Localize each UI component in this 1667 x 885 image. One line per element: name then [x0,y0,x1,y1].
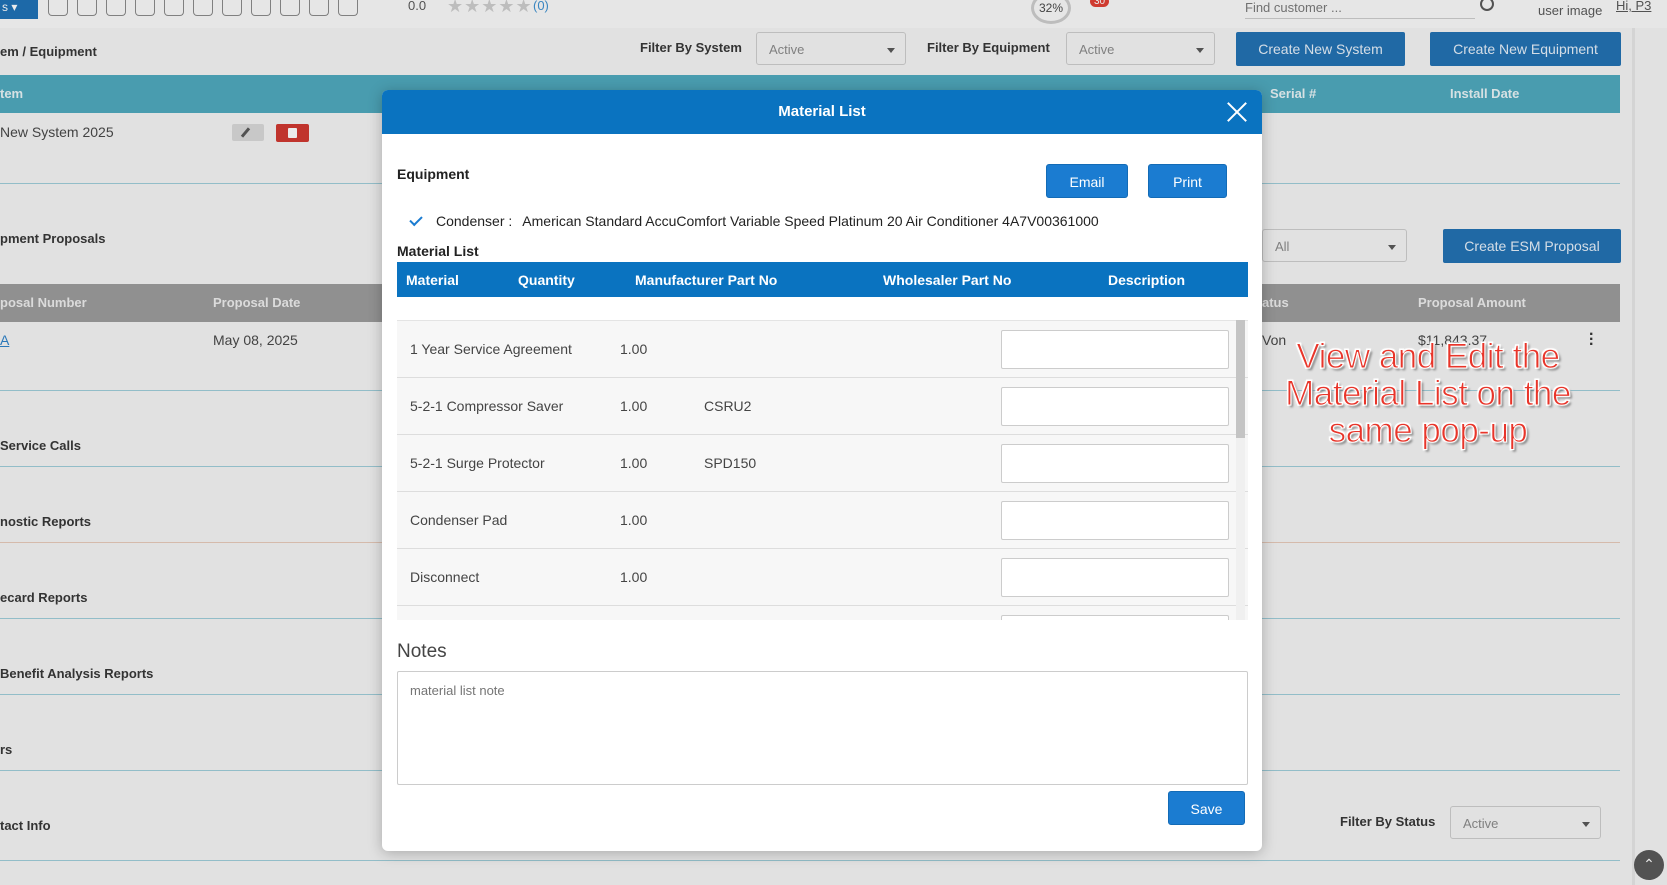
material-name: Disconnect [410,569,480,585]
check-icon [409,212,423,226]
table-row: Condenser Pad 1.00 [397,492,1248,549]
material-quantity: 1.00 [620,341,648,357]
material-table-header: Material Quantity Manufacturer Part No W… [397,262,1248,297]
table-row: 1 Year Service Agreement 1.00 [397,321,1248,378]
equipment-type: Condenser : [436,213,513,229]
material-list-label: Material List [397,243,479,259]
modal-title: Material List [778,103,866,120]
table-row: 5-2-1 Surge Protector 1.00 SPD150 [397,435,1248,492]
col-manufacturer-part: Manufacturer Part No [635,272,778,288]
modal-header: Material List [382,90,1262,134]
col-wholesaler-part: Wholesaler Part No [883,272,1012,288]
description-input[interactable] [1001,558,1229,597]
material-name: 1 Year Service Agreement [410,341,572,357]
notes-textarea[interactable] [397,671,1248,785]
material-table-body[interactable]: 1 Year Service Agreement 1.00 5-2-1 Comp… [397,320,1248,620]
material-name: 5-2-1 Surge Protector [410,455,545,471]
material-name: 5-2-1 Compressor Saver [410,398,564,414]
table-row: 5-2-1 Compressor Saver 1.00 CSRU2 [397,378,1248,435]
equipment-entry: Condenser : American Standard AccuComfor… [409,212,1099,229]
col-material: Material [406,272,459,288]
material-part: SPD150 [704,455,757,471]
table-row: Disconnect 1.00 [397,549,1248,606]
col-description: Description [1108,272,1186,288]
annotation-callout: View and Edit the Material List on the s… [1285,337,1572,450]
equipment-name: American Standard AccuComfort Variable S… [522,213,1099,229]
close-icon[interactable] [1222,97,1252,127]
print-button[interactable]: Print [1148,164,1227,198]
save-button[interactable]: Save [1168,791,1245,825]
equipment-label: Equipment [397,166,470,182]
material-name: Condenser Pad [410,512,508,528]
description-input[interactable] [1001,387,1229,426]
description-input[interactable] [1001,615,1229,620]
email-button[interactable]: Email [1046,164,1128,198]
material-quantity: 1.00 [620,569,648,585]
description-input[interactable] [1001,330,1229,369]
material-quantity: 1.00 [620,455,648,471]
material-table-scroll-thumb[interactable] [1236,320,1245,438]
table-row [397,606,1248,620]
description-input[interactable] [1001,501,1229,540]
material-quantity: 1.00 [620,398,648,414]
material-quantity: 1.00 [620,512,648,528]
material-list-modal: Material List Equipment Email Print Cond… [382,90,1262,851]
description-input[interactable] [1001,444,1229,483]
material-part: CSRU2 [704,398,752,414]
notes-label: Notes [397,641,447,662]
col-quantity: Quantity [518,272,575,288]
